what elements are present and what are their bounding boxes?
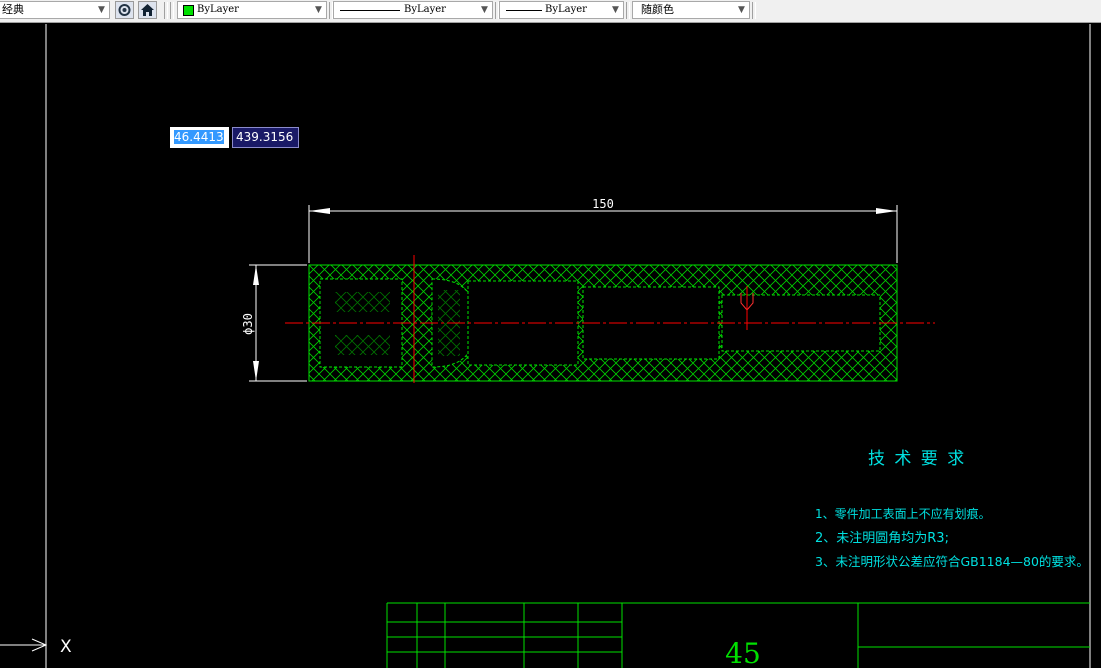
tech-note-1: 1、零件加工表面上不应有划痕。	[815, 507, 991, 521]
ucs-icon	[0, 638, 48, 668]
material-label: 45	[725, 637, 761, 668]
diameter-dimension-text: ϕ30	[241, 313, 255, 335]
length-dimension-text: 150	[592, 197, 614, 211]
tech-note-2: 2、未注明圆角均为R3;	[815, 531, 949, 546]
tech-note-3: 3、未注明形状公差应符合GB1184—80的要求。	[815, 554, 1089, 569]
dynamic-input-x[interactable]: 46.4413	[170, 127, 229, 148]
length-dimension	[308, 205, 898, 263]
tech-requirements-title: 技 术 要 求	[868, 449, 967, 469]
dynamic-input-y[interactable]: 439.3156	[232, 127, 299, 148]
dynamic-input-x-value: 46.4413	[174, 130, 224, 144]
ucs-x-label: X	[60, 637, 72, 657]
